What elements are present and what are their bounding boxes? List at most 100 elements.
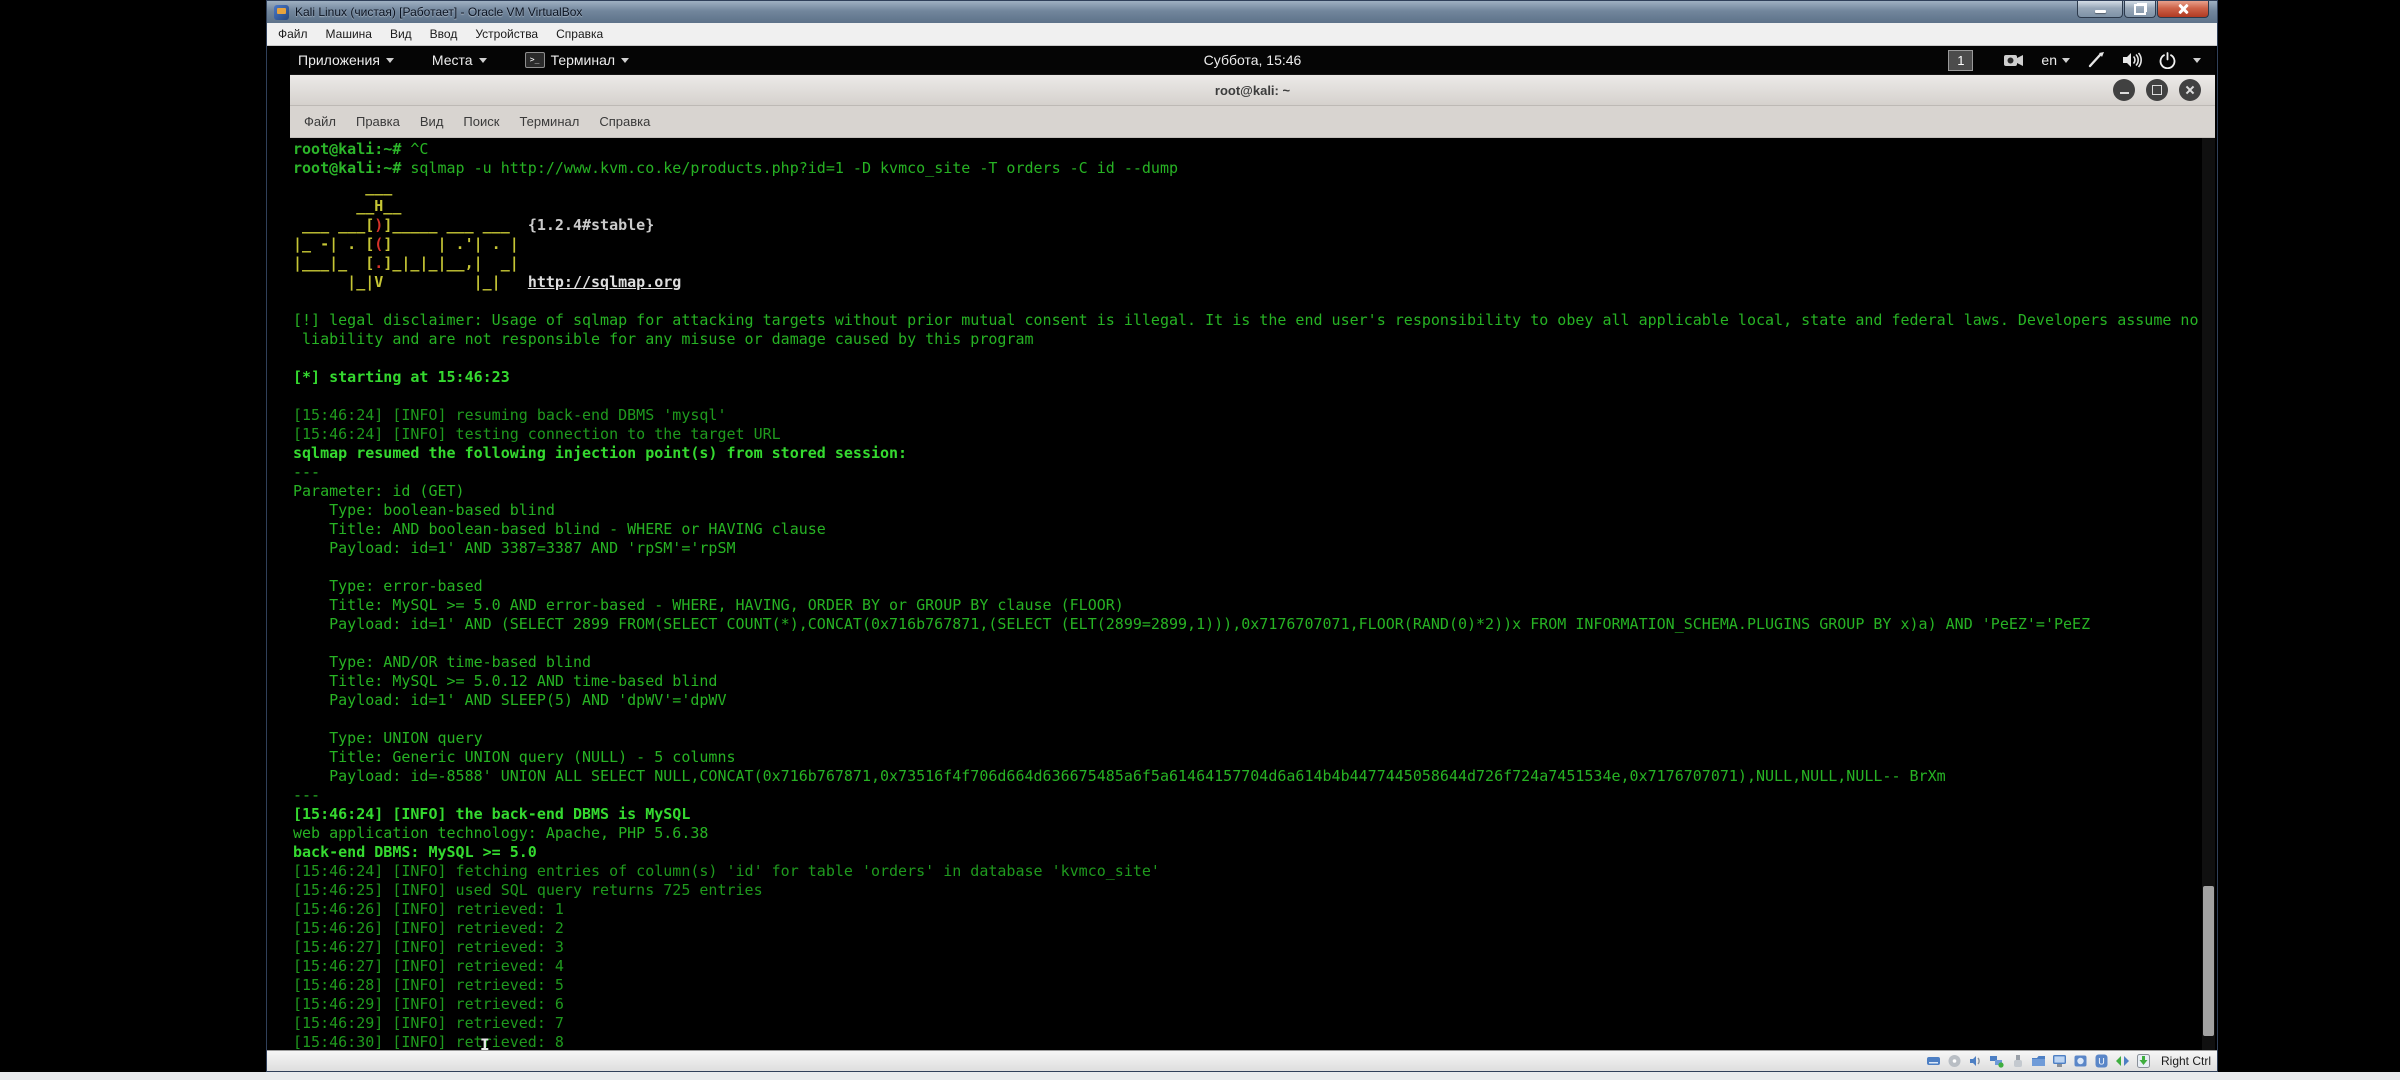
- terminal-line: [15:46:24] [INFO] resuming back-end DBMS…: [293, 406, 2215, 425]
- display-icon[interactable]: [2052, 1053, 2068, 1069]
- terminal-line: Title: MySQL >= 5.0 AND error-based - WH…: [293, 596, 2215, 615]
- terminal-menu-item-1[interactable]: Правка: [346, 114, 410, 129]
- applications-label: Приложения: [298, 52, 380, 68]
- terminal-line: [15:46:27] [INFO] retrieved: 3: [293, 938, 2215, 957]
- scrollbar-thumb[interactable]: [2203, 886, 2214, 1036]
- virtualbox-menubar: ФайлМашинаВидВводУстройстваСправка: [267, 23, 2217, 46]
- chevron-down-icon: [2062, 58, 2070, 63]
- terminal-line: [293, 349, 2215, 368]
- vbox-menu-item-2[interactable]: Вид: [381, 24, 421, 45]
- terminal-close-button[interactable]: [2179, 79, 2201, 101]
- keyboard-layout-label: en: [2041, 52, 2057, 68]
- terminal-line: |_|V |_| http://sqlmap.org: [293, 273, 2215, 292]
- terminal-line: Title: AND boolean-based blind - WHERE o…: [293, 520, 2215, 539]
- terminal-line: ___: [293, 178, 2215, 197]
- terminal-menu-item-2[interactable]: Вид: [410, 114, 454, 129]
- terminal-line: |_ -| . [(] | .'| . |: [293, 235, 2215, 254]
- terminal-titlebar[interactable]: root@kali: ~: [290, 75, 2215, 106]
- places-menu[interactable]: Места: [432, 52, 487, 68]
- minimize-icon: [2095, 10, 2106, 13]
- wand-icon[interactable]: [2087, 52, 2105, 68]
- host-taskbar-strip: [0, 1072, 2400, 1080]
- terminal-scrollbar[interactable]: [2202, 138, 2215, 1050]
- terminal-output[interactable]: root@kali:~# ^Croot@kali:~# sqlmap -u ht…: [290, 138, 2215, 1050]
- terminal-lines: root@kali:~# ^Croot@kali:~# sqlmap -u ht…: [293, 140, 2215, 1050]
- terminal-line: [15:46:29] [INFO] retrieved: 6: [293, 995, 2215, 1014]
- network-icon[interactable]: [1989, 1053, 2005, 1069]
- maximize-button[interactable]: [2124, 1, 2156, 18]
- terminal-line: root@kali:~# sqlmap -u http://www.kvm.co…: [293, 159, 2215, 178]
- terminal-window-controls: [2113, 79, 2201, 101]
- maximize-icon: [2134, 4, 2146, 15]
- shared-folder-icon[interactable]: [2031, 1053, 2047, 1069]
- terminal-line: [15:46:30] [INFO] retrieved: 8: [293, 1033, 2215, 1050]
- features-icon[interactable]: U: [2094, 1053, 2110, 1069]
- virtualbox-window: Kali Linux (чистая) [Работает] - Oracle …: [266, 0, 2218, 1072]
- clock[interactable]: Суббота, 15:46: [1204, 52, 1302, 68]
- screen: Kali Linux (чистая) [Работает] - Oracle …: [0, 0, 2400, 1080]
- terminal-maximize-button[interactable]: [2146, 79, 2168, 101]
- terminal-line: ___ ___[)]_____ ___ ___ {1.2.4#stable}: [293, 216, 2215, 235]
- recording-icon[interactable]: [2073, 1053, 2089, 1069]
- terminal-line: Title: Generic UNION query (NULL) - 5 co…: [293, 748, 2215, 767]
- terminal-line: [15:46:25] [INFO] used SQL query returns…: [293, 881, 2215, 900]
- terminal-menu-item-5[interactable]: Справка: [589, 114, 660, 129]
- terminal-line: [293, 710, 2215, 729]
- terminal-line: ---: [293, 786, 2215, 805]
- virtualbox-titlebar[interactable]: Kali Linux (чистая) [Работает] - Oracle …: [267, 1, 2217, 23]
- window-controls: [2076, 1, 2209, 18]
- vbox-menu-item-1[interactable]: Машина: [317, 24, 381, 45]
- applications-menu[interactable]: Приложения: [298, 52, 394, 68]
- terminal-line: [15:46:27] [INFO] retrieved: 4: [293, 957, 2215, 976]
- volume-icon[interactable]: [2122, 52, 2142, 68]
- keyboard-layout-indicator[interactable]: en: [2041, 52, 2070, 68]
- terminal-line: [293, 558, 2215, 577]
- terminal-line: Title: MySQL >= 5.0.12 AND time-based bl…: [293, 672, 2215, 691]
- terminal-menu-item-4[interactable]: Терминал: [509, 114, 589, 129]
- vbox-menu-item-5[interactable]: Справка: [547, 24, 612, 45]
- terminal-app-label: Терминал: [551, 52, 615, 68]
- terminal-line: [293, 634, 2215, 653]
- panel-left: Приложения Места >_ Терминал: [290, 52, 629, 68]
- workspace-switcher[interactable]: 1: [1948, 50, 1973, 71]
- guest-screen: Приложения Места >_ Терминал: [290, 46, 2215, 1050]
- text-cursor-ibeam: I: [480, 1035, 490, 1050]
- terminal-app-menu[interactable]: >_ Терминал: [525, 52, 629, 68]
- camera-icon[interactable]: [2004, 53, 2024, 67]
- hdd-icon[interactable]: [1926, 1053, 1942, 1069]
- maximize-icon: [2152, 85, 2162, 95]
- keyboard-capture-icon[interactable]: [2136, 1053, 2152, 1069]
- audio-icon[interactable]: [1968, 1053, 1984, 1069]
- terminal-menu-item-0[interactable]: Файл: [294, 114, 346, 129]
- chevron-down-icon: [386, 58, 394, 63]
- vbox-menu-item-3[interactable]: Ввод: [421, 24, 467, 45]
- power-icon[interactable]: [2159, 52, 2176, 69]
- terminal-line: __H__: [293, 197, 2215, 216]
- terminal-line: [15:46:24] [INFO] the back-end DBMS is M…: [293, 805, 2215, 824]
- terminal-menu-item-3[interactable]: Поиск: [453, 114, 509, 129]
- svg-text:U: U: [2099, 1057, 2106, 1067]
- terminal-minimize-button[interactable]: [2113, 79, 2135, 101]
- terminal-line: [15:46:28] [INFO] retrieved: 5: [293, 976, 2215, 995]
- terminal-line: web application technology: Apache, PHP …: [293, 824, 2215, 843]
- optical-disc-icon[interactable]: [1947, 1053, 1963, 1069]
- minimize-button[interactable]: [2077, 1, 2123, 18]
- terminal-line: |___|_ [.]_|_|_|__,| _|: [293, 254, 2215, 273]
- mouse-integration-icon[interactable]: [2115, 1053, 2131, 1069]
- terminal-line: Type: UNION query: [293, 729, 2215, 748]
- vm-display-area: Приложения Места >_ Терминал: [267, 46, 2217, 1050]
- chevron-down-icon[interactable]: [2193, 58, 2201, 63]
- terminal-line: Type: boolean-based blind: [293, 501, 2215, 520]
- terminal-line: [*] starting at 15:46:23: [293, 368, 2215, 387]
- vbox-menu-item-4[interactable]: Устройства: [466, 24, 547, 45]
- chevron-down-icon: [621, 58, 629, 63]
- close-button[interactable]: [2157, 1, 2209, 18]
- terminal-line: liability and are not responsible for an…: [293, 330, 2215, 349]
- terminal-line: root@kali:~# ^C: [293, 140, 2215, 159]
- terminal-icon: >_: [525, 52, 545, 68]
- vbox-menu-item-0[interactable]: Файл: [269, 24, 317, 45]
- terminal-line: ---: [293, 463, 2215, 482]
- terminal-line: Parameter: id (GET): [293, 482, 2215, 501]
- chevron-down-icon: [479, 58, 487, 63]
- usb-icon[interactable]: [2010, 1053, 2026, 1069]
